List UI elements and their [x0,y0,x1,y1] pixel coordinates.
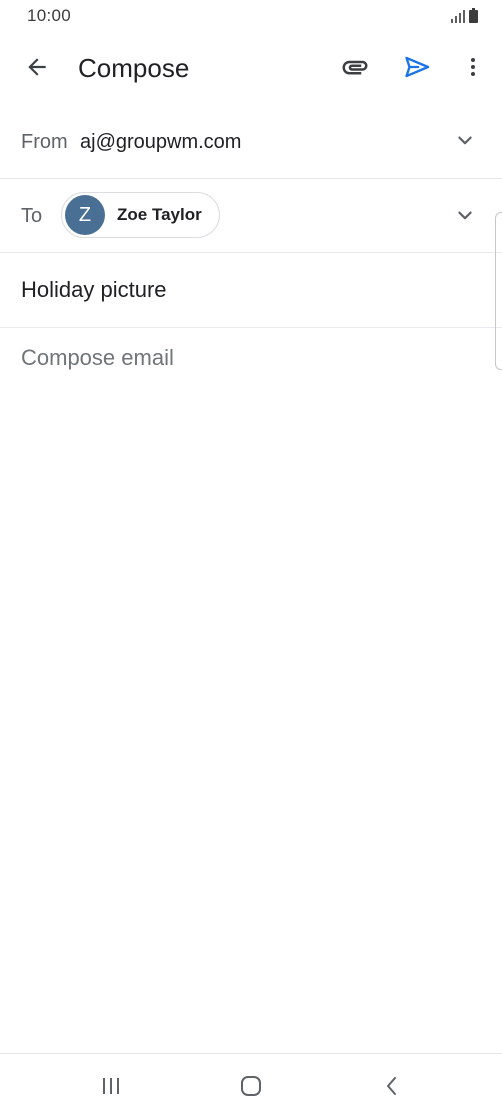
home-icon [241,1076,261,1096]
avatar-initial: Z [78,203,92,226]
screen-title: Compose [78,53,190,83]
from-label: From [21,131,68,153]
send-button[interactable] [394,44,440,90]
compose-body-input[interactable] [21,345,481,1025]
paperclip-icon [342,60,368,75]
to-row: To Z Zoe Taylor [0,179,502,253]
status-icons [451,8,478,23]
signal-icon [451,10,465,23]
to-label: To [21,205,43,227]
more-options-button[interactable] [450,44,496,90]
from-row: From aj@groupwm.com [0,104,502,179]
chevron-down-icon [458,136,472,145]
attach-button[interactable] [332,44,378,90]
subject-row [0,253,502,328]
more-vert-icon [471,58,475,76]
home-button[interactable] [229,1064,273,1108]
from-expand-button[interactable] [446,122,484,160]
send-icon [405,56,430,78]
edge-panel-handle[interactable] [495,212,502,370]
from-account[interactable]: aj@groupwm.com [80,131,241,154]
back-button[interactable] [14,44,60,90]
nav-back-button[interactable] [370,1064,414,1108]
recipient-chip[interactable]: Z Zoe Taylor [61,192,220,238]
status-bar: 10:00 [0,0,502,32]
nav-back-icon [387,1077,396,1095]
status-time: 10:00 [27,6,72,25]
battery-icon [469,8,478,23]
arrow-back-icon [28,58,46,76]
avatar: Z [65,195,105,235]
recent-apps-icon [103,1078,119,1094]
subject-input[interactable] [21,277,461,303]
to-expand-button[interactable] [446,197,484,235]
chevron-down-icon [458,211,472,220]
navigation-bar [0,1053,502,1115]
app-bar: Compose [0,32,502,104]
recipient-name: Zoe Taylor [117,205,202,224]
recent-apps-button[interactable] [89,1064,133,1108]
